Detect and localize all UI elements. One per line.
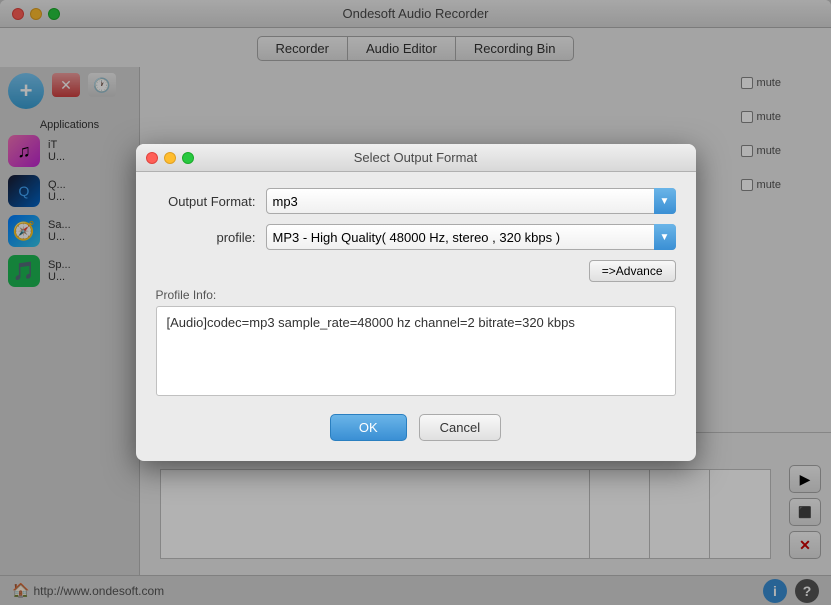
- profile-info-box: [Audio]codec=mp3 sample_rate=48000 hz ch…: [156, 306, 676, 396]
- output-format-select[interactable]: mp3: [266, 188, 676, 214]
- modal-overlay: Select Output Format Output Format: mp3 …: [0, 0, 831, 605]
- profile-info-label: Profile Info:: [156, 288, 676, 302]
- profile-label: profile:: [156, 230, 266, 245]
- profile-info-section: Profile Info: [Audio]codec=mp3 sample_ra…: [156, 288, 676, 396]
- modal-title-bar: Select Output Format: [136, 144, 696, 172]
- modal-maximize-button[interactable]: [182, 152, 194, 164]
- modal-title: Select Output Format: [354, 150, 478, 165]
- ok-button[interactable]: OK: [330, 414, 407, 441]
- advance-button[interactable]: =>Advance: [589, 260, 676, 282]
- profile-row: profile: MP3 - High Quality( 48000 Hz, s…: [156, 224, 676, 250]
- modal-minimize-button[interactable]: [164, 152, 176, 164]
- modal-window: Select Output Format Output Format: mp3 …: [136, 144, 696, 461]
- cancel-button[interactable]: Cancel: [419, 414, 501, 441]
- profile-select[interactable]: MP3 - High Quality( 48000 Hz, stereo , 3…: [266, 224, 676, 250]
- output-format-label: Output Format:: [156, 194, 266, 209]
- modal-close-button[interactable]: [146, 152, 158, 164]
- modal-traffic-lights: [146, 152, 194, 164]
- profile-wrapper: MP3 - High Quality( 48000 Hz, stereo , 3…: [266, 224, 676, 250]
- modal-buttons: OK Cancel: [156, 406, 676, 445]
- output-format-row: Output Format: mp3 ▼: [156, 188, 676, 214]
- output-format-wrapper: mp3 ▼: [266, 188, 676, 214]
- main-window: Ondesoft Audio Recorder Recorder Audio E…: [0, 0, 831, 605]
- modal-body: Output Format: mp3 ▼ profile: MP3 - High…: [136, 172, 696, 461]
- advance-row: =>Advance: [156, 260, 676, 282]
